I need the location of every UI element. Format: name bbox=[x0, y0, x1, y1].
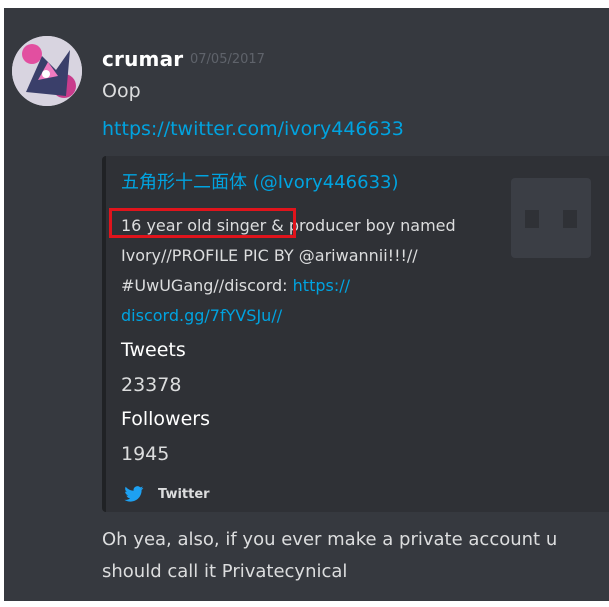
discord-link-continued[interactable]: discord.gg/7fYVSJu// bbox=[121, 306, 282, 325]
description-text: Ivory//PROFILE PIC BY @ariwannii!!!// bbox=[121, 246, 418, 265]
avatar-image bbox=[12, 36, 82, 106]
twitter-bird-icon bbox=[124, 486, 144, 502]
message-link[interactable]: https://twitter.com/ivory446633 bbox=[102, 118, 404, 140]
field-name-tweets: Tweets bbox=[121, 339, 186, 361]
discord-link[interactable]: https:// bbox=[293, 276, 350, 295]
embed-footer: Twitter bbox=[124, 486, 210, 502]
field-value-tweets: 23378 bbox=[121, 374, 182, 396]
message-text: Oop bbox=[102, 80, 141, 102]
link-embed: 五角形十二面体 (@Ivory446633) 16 year old singe… bbox=[102, 156, 609, 512]
description-text: #UwUGang//discord: bbox=[121, 276, 293, 295]
footer-source: Twitter bbox=[158, 486, 210, 502]
red-highlight-box bbox=[109, 208, 296, 238]
description-text: producer boy named bbox=[288, 216, 456, 235]
discord-message-panel: crumar 07/05/2017 Oop https://twitter.co… bbox=[4, 8, 609, 601]
thumbnail-placeholder-icon[interactable] bbox=[511, 178, 591, 258]
field-value-followers: 1945 bbox=[121, 443, 170, 465]
field-name-followers: Followers bbox=[121, 408, 210, 430]
followup-message: Oh yea, also, if you ever make a private… bbox=[102, 524, 602, 588]
avatar[interactable] bbox=[12, 36, 82, 106]
timestamp: 07/05/2017 bbox=[190, 52, 265, 67]
message-text-line: should call it Privatecynical bbox=[102, 561, 348, 582]
embed-title[interactable]: 五角形十二面体 (@Ivory446633) bbox=[121, 168, 399, 194]
username[interactable]: crumar bbox=[102, 47, 183, 71]
message-text-line: Oh yea, also, if you ever make a private… bbox=[102, 529, 558, 550]
